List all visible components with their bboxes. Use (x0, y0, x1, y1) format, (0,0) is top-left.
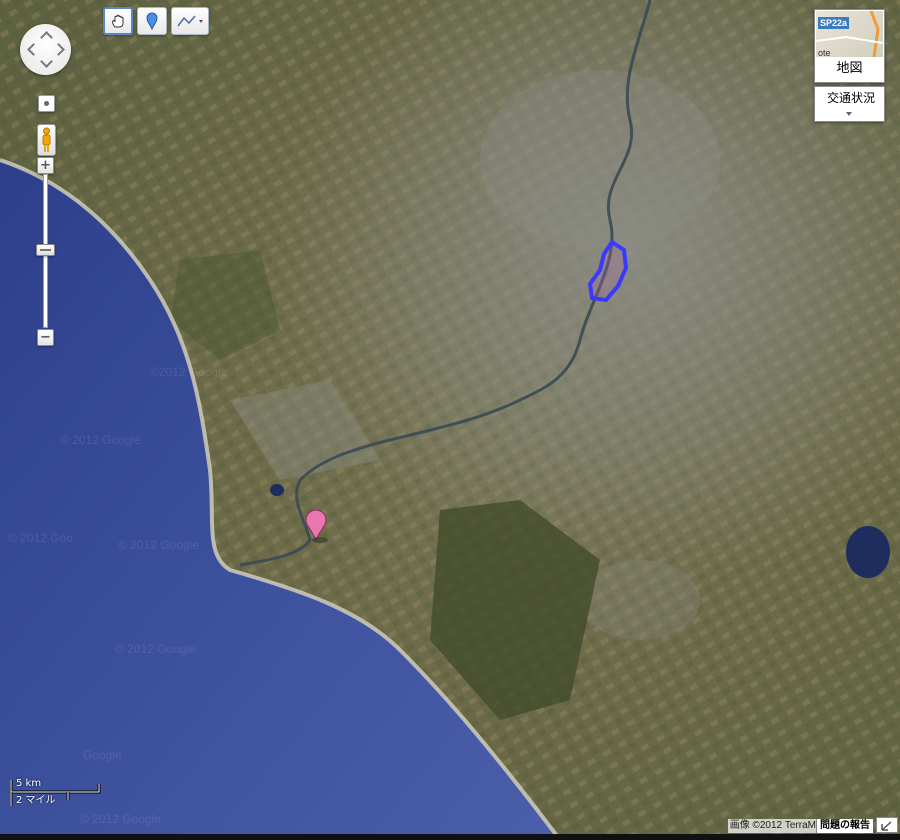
map-type-label: 地図 (836, 61, 863, 76)
hand-tool-button[interactable] (103, 7, 133, 35)
map-type-button[interactable]: SP22a ote 地図 (814, 9, 885, 83)
scale-bar: 5 km 2 マイル (10, 778, 102, 808)
pan-left-icon[interactable] (27, 43, 40, 56)
expand-corner-button[interactable] (876, 817, 898, 833)
zoom-out-button[interactable]: − (37, 329, 54, 346)
pegman-icon (42, 127, 51, 152)
pan-down-icon[interactable] (40, 55, 53, 68)
satellite-imagery[interactable] (0, 0, 900, 840)
map-watermark: © 2012 Google (60, 433, 141, 447)
pan-up-icon[interactable] (40, 31, 53, 44)
report-problem-link[interactable]: 問題の報告 (816, 819, 873, 833)
map-watermark: ©2012 Google (150, 365, 228, 379)
road-badge: SP22a (818, 17, 850, 29)
map-canvas[interactable]: ©2012 Google © 2012 Google © 2012 Google… (0, 0, 900, 840)
pan-control[interactable] (20, 24, 71, 75)
traffic-label: 交通状況 (826, 91, 875, 105)
hand-icon (112, 14, 124, 28)
map-type-thumbnail: SP22a ote (816, 11, 883, 57)
scale-imperial-label: 2 マイル (16, 795, 56, 806)
dot-icon (44, 101, 49, 106)
map-watermark: Google (83, 748, 122, 762)
placemark-tool-button[interactable] (137, 7, 167, 35)
scale-metric-label: 5 km (16, 778, 42, 789)
street-view-pegman[interactable] (37, 124, 56, 156)
polyline-icon (177, 15, 203, 27)
chevron-down-icon (846, 112, 852, 116)
recenter-button[interactable] (38, 95, 55, 112)
line-tool-button[interactable] (171, 7, 209, 35)
map-watermark: © 2012 Goo (8, 531, 73, 545)
bottom-border (0, 834, 900, 840)
traffic-button[interactable]: 交通状況 (814, 86, 885, 122)
map-watermark: © 2012 Google (118, 538, 199, 552)
thumbnail-text: ote (818, 48, 831, 58)
map-watermark: © 2012 Google (115, 642, 196, 656)
pan-right-icon[interactable] (52, 43, 65, 56)
drawing-toolbar (103, 7, 209, 35)
map-watermark: © 2012 Google (80, 812, 161, 826)
zoom-slider-thumb[interactable] (36, 244, 55, 256)
resize-arrow-icon (881, 821, 892, 831)
placemark-icon (146, 12, 158, 30)
zoom-in-button[interactable]: + (37, 157, 54, 174)
